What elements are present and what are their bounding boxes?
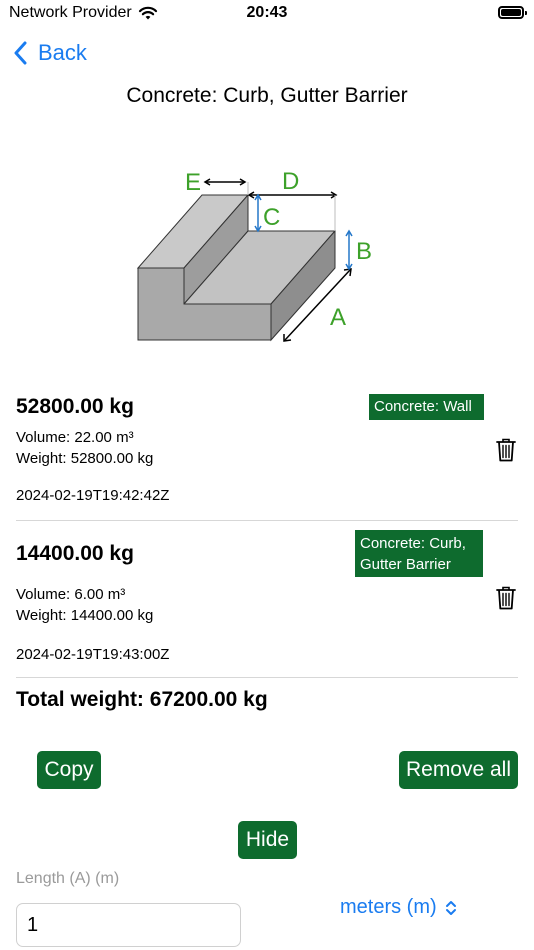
material-tag-line: Concrete: Curb, [360,535,466,552]
entry-timestamp: 2024-02-19T19:43:00Z [16,646,170,663]
remove-all-button[interactable]: Remove all [399,751,518,789]
page-title: Concrete: Curb, Gutter Barrier [126,84,408,107]
entry-weight: 52800.00 kg [16,395,134,418]
entry-divider [16,677,518,678]
trash-icon[interactable] [495,585,517,611]
total-weight: Total weight: 67200.00 kg [16,688,268,711]
entry-weight-line: Weight: 52800.00 kg [16,450,154,467]
up-down-chevron-icon [445,900,456,915]
length-field-label: Length (A) (m) [16,870,120,887]
trash-icon[interactable] [495,437,517,463]
chevron-left-icon [14,41,27,65]
material-tag-line: Gutter Barrier [360,556,451,573]
back-label: Back [38,40,87,65]
curb-diagram: E D C B A [136,168,372,342]
status-time: 20:43 [246,4,288,21]
entry-weight: 14400.00 kg [16,542,134,565]
material-tag: Concrete: Wall [369,394,484,420]
battery-icon [498,6,527,19]
dimension-label-d: D [282,168,299,195]
entry-weight-line: Weight: 14400.00 kg [16,607,154,624]
hide-button[interactable]: Hide [238,821,297,859]
entry-volume: Volume: 22.00 m³ [16,429,134,446]
entry-volume: Volume: 6.00 m³ [16,586,126,603]
copy-button[interactable]: Copy [37,751,101,789]
entry-divider [16,520,518,521]
unit-picker[interactable]: meters (m) [340,896,457,919]
entry-timestamp: 2024-02-19T19:42:42Z [16,487,170,504]
dimension-label-b: B [356,238,372,265]
back-button[interactable]: Back [14,40,87,66]
unit-picker-value: meters (m) [340,896,437,918]
dimension-label-e: E [185,169,201,196]
dimension-label-a: A [330,304,346,331]
length-input[interactable]: 1 [16,903,241,947]
dimension-label-c: C [263,204,280,231]
material-tag: Concrete: Curb, Gutter Barrier [355,530,483,577]
material-tag-line: Concrete: Wall [374,398,472,415]
